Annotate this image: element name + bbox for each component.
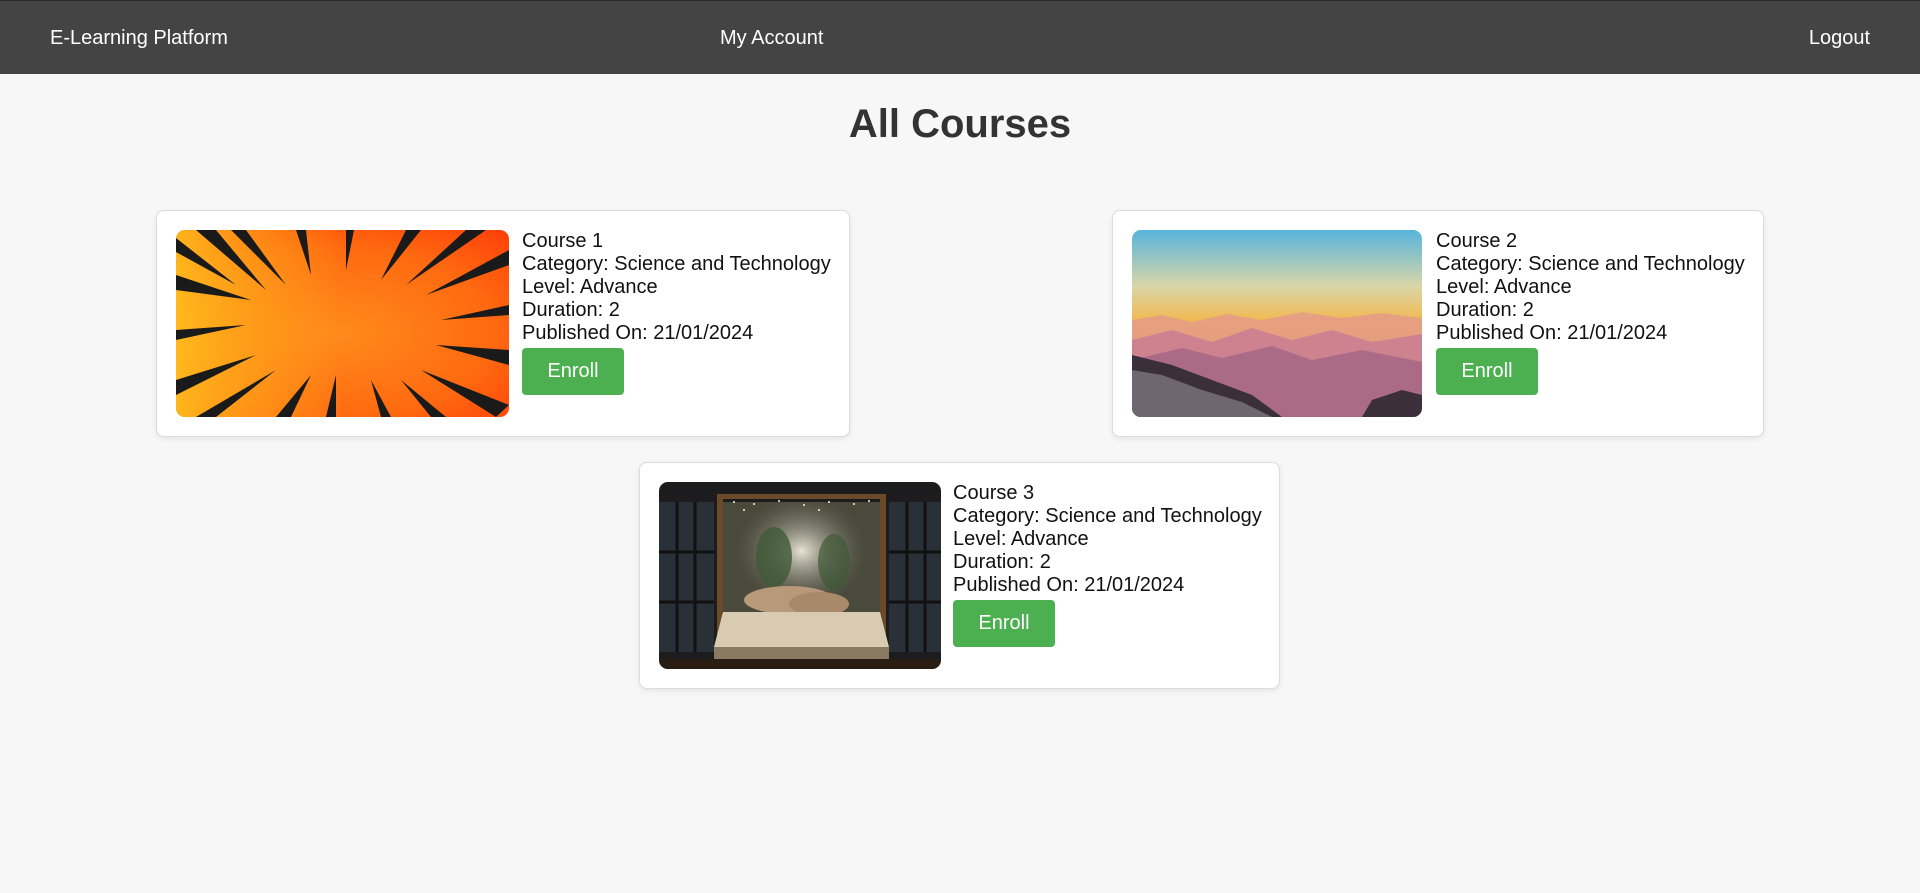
course-name: Course 2 <box>1436 230 1518 252</box>
course-duration: Duration: 2 <box>522 299 620 321</box>
enroll-button[interactable]: Enroll <box>522 348 624 395</box>
course-level: Level: Advance <box>522 276 658 298</box>
course-info: Course 1 Category: Science and Technolog… <box>522 230 831 395</box>
course-name: Course 1 <box>522 230 604 252</box>
course-category: Category: Science and Technology <box>1436 253 1745 275</box>
top-navbar: E-Learning Platform My Account Logout <box>0 0 1920 74</box>
course-published-date: Published On: 21/01/2024 <box>1436 322 1668 344</box>
nav-brand-link[interactable]: E-Learning Platform <box>50 25 228 51</box>
course-category: Category: Science and Technology <box>522 253 831 275</box>
course-category: Category: Science and Technology <box>953 505 1262 527</box>
course-published-date: Published On: 21/01/2024 <box>522 322 754 344</box>
nav-my-account-link[interactable]: My Account <box>720 25 823 51</box>
course-card: Course 2 Category: Science and Technolog… <box>1112 210 1764 437</box>
course-duration: Duration: 2 <box>1436 299 1534 321</box>
course-info: Course 2 Category: Science and Technolog… <box>1436 230 1745 395</box>
course-published-date: Published On: 21/01/2024 <box>953 574 1185 596</box>
mountain-sunset-image <box>1132 230 1422 417</box>
course-name: Course 3 <box>953 482 1035 504</box>
course-card: Course 3 Category: Science and Technolog… <box>639 462 1280 689</box>
course-duration: Duration: 2 <box>953 551 1051 573</box>
enroll-button[interactable]: Enroll <box>953 600 1055 647</box>
course-info: Course 3 Category: Science and Technolog… <box>953 482 1262 647</box>
course-level: Level: Advance <box>1436 276 1572 298</box>
comic-burst-image <box>176 230 509 417</box>
nav-logout-link[interactable]: Logout <box>1809 25 1870 51</box>
enroll-button[interactable]: Enroll <box>1436 348 1538 395</box>
course-level: Level: Advance <box>953 528 1089 550</box>
course-card: Course 1 Category: Science and Technolog… <box>156 210 850 437</box>
bedroom-canopy-image <box>659 482 941 669</box>
page-title: All Courses <box>848 102 1072 146</box>
